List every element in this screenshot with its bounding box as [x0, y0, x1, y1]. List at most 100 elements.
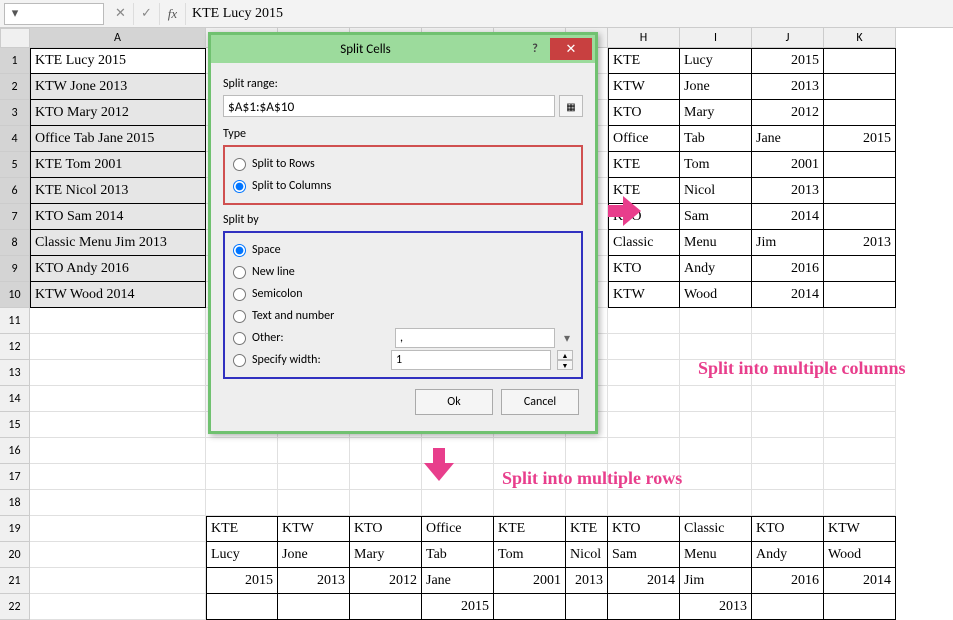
cell[interactable] — [824, 74, 896, 100]
cell[interactable] — [566, 490, 608, 516]
row-header[interactable]: 17 — [0, 464, 30, 490]
cell[interactable]: 2012 — [752, 100, 824, 126]
row-header[interactable]: 20 — [0, 542, 30, 568]
dialog-help-icon[interactable]: ? — [520, 42, 550, 56]
row-header[interactable]: 14 — [0, 386, 30, 412]
dialog-close-icon[interactable]: ✕ — [550, 38, 592, 60]
row-header[interactable]: 6 — [0, 178, 30, 204]
cell[interactable]: Sam — [680, 204, 752, 230]
split-columns-radio[interactable] — [233, 180, 246, 193]
cell[interactable] — [30, 490, 206, 516]
cell[interactable] — [494, 490, 566, 516]
cell[interactable] — [680, 490, 752, 516]
cell[interactable]: KTE Nicol 2013 — [30, 178, 206, 204]
cell[interactable] — [752, 412, 824, 438]
cell[interactable] — [608, 386, 680, 412]
cell[interactable] — [824, 490, 896, 516]
cell[interactable]: 2012 — [350, 568, 422, 594]
cell[interactable] — [824, 48, 896, 74]
cell[interactable]: KTW Jone 2013 — [30, 74, 206, 100]
cell[interactable]: KTO — [350, 516, 422, 542]
cell[interactable]: Tab — [680, 126, 752, 152]
cell[interactable]: Tom — [680, 152, 752, 178]
cell[interactable]: KTO Sam 2014 — [30, 204, 206, 230]
cell[interactable]: 2015 — [824, 126, 896, 152]
row-header[interactable]: 7 — [0, 204, 30, 230]
cell[interactable] — [30, 516, 206, 542]
cell[interactable] — [278, 490, 350, 516]
cell[interactable]: Sam — [608, 542, 680, 568]
cell[interactable]: Mary — [350, 542, 422, 568]
cell[interactable]: 2014 — [824, 568, 896, 594]
cell[interactable] — [30, 412, 206, 438]
row-header[interactable]: 4 — [0, 126, 30, 152]
col-header-H[interactable]: H — [608, 28, 680, 48]
cell[interactable] — [824, 100, 896, 126]
cell[interactable]: Jim — [752, 230, 824, 256]
range-picker-icon[interactable]: ▦ — [559, 95, 583, 117]
cell[interactable]: 2013 — [752, 74, 824, 100]
cell[interactable] — [350, 490, 422, 516]
formula-input[interactable]: KTE Lucy 2015 — [186, 3, 953, 25]
cell[interactable]: KTE — [608, 152, 680, 178]
cell[interactable] — [752, 594, 824, 620]
cell[interactable] — [206, 438, 278, 464]
split-newline-radio[interactable] — [233, 266, 246, 279]
cell[interactable]: 2016 — [752, 568, 824, 594]
cell[interactable]: 2013 — [278, 568, 350, 594]
cell[interactable] — [752, 308, 824, 334]
cell[interactable]: Office — [422, 516, 494, 542]
cell[interactable] — [824, 256, 896, 282]
select-all-corner[interactable] — [0, 28, 30, 48]
cell[interactable]: Andy — [752, 542, 824, 568]
cell[interactable] — [824, 152, 896, 178]
spinner-up-icon[interactable]: ▲ — [557, 350, 573, 360]
cell[interactable] — [494, 438, 566, 464]
cell[interactable]: Jane — [752, 126, 824, 152]
cell[interactable] — [278, 464, 350, 490]
cell[interactable]: KTE — [494, 516, 566, 542]
cell[interactable]: Nicol — [680, 178, 752, 204]
cancel-button[interactable]: Cancel — [501, 389, 579, 415]
cell[interactable]: Menu — [680, 542, 752, 568]
cell[interactable]: Jim — [680, 568, 752, 594]
cell[interactable] — [608, 594, 680, 620]
cancel-formula-icon[interactable]: ✕ — [108, 3, 134, 25]
row-header[interactable]: 8 — [0, 230, 30, 256]
cell[interactable] — [206, 464, 278, 490]
cell[interactable]: 2014 — [608, 568, 680, 594]
cell[interactable]: 2001 — [752, 152, 824, 178]
row-header[interactable]: 10 — [0, 282, 30, 308]
col-header-J[interactable]: J — [752, 28, 824, 48]
ok-button[interactable]: Ok — [415, 389, 493, 415]
cell[interactable]: 2013 — [752, 178, 824, 204]
split-range-input[interactable] — [223, 95, 555, 117]
cell[interactable]: Office Tab Jane 2015 — [30, 126, 206, 152]
cell[interactable]: KTW — [824, 516, 896, 542]
cell[interactable] — [752, 490, 824, 516]
split-other-input[interactable] — [395, 328, 555, 348]
cell[interactable] — [752, 334, 824, 360]
split-space-radio[interactable] — [233, 244, 246, 257]
cell[interactable]: 2014 — [752, 282, 824, 308]
cell[interactable] — [680, 412, 752, 438]
name-box-dropdown-icon[interactable]: ▾ — [9, 6, 21, 21]
cell[interactable]: KTO Mary 2012 — [30, 100, 206, 126]
row-header[interactable]: 22 — [0, 594, 30, 620]
row-header[interactable]: 9 — [0, 256, 30, 282]
split-other-radio[interactable] — [233, 332, 246, 345]
cell[interactable]: KTW — [608, 74, 680, 100]
row-header[interactable]: 19 — [0, 516, 30, 542]
cell[interactable] — [494, 594, 566, 620]
row-header[interactable]: 5 — [0, 152, 30, 178]
cell[interactable] — [278, 594, 350, 620]
col-header-A[interactable]: A — [30, 28, 206, 48]
cell[interactable]: 2016 — [752, 256, 824, 282]
cell[interactable] — [278, 438, 350, 464]
cell[interactable] — [608, 360, 680, 386]
cell[interactable] — [350, 594, 422, 620]
cell[interactable] — [350, 464, 422, 490]
cell[interactable] — [30, 594, 206, 620]
cell[interactable] — [30, 386, 206, 412]
cell[interactable] — [30, 308, 206, 334]
